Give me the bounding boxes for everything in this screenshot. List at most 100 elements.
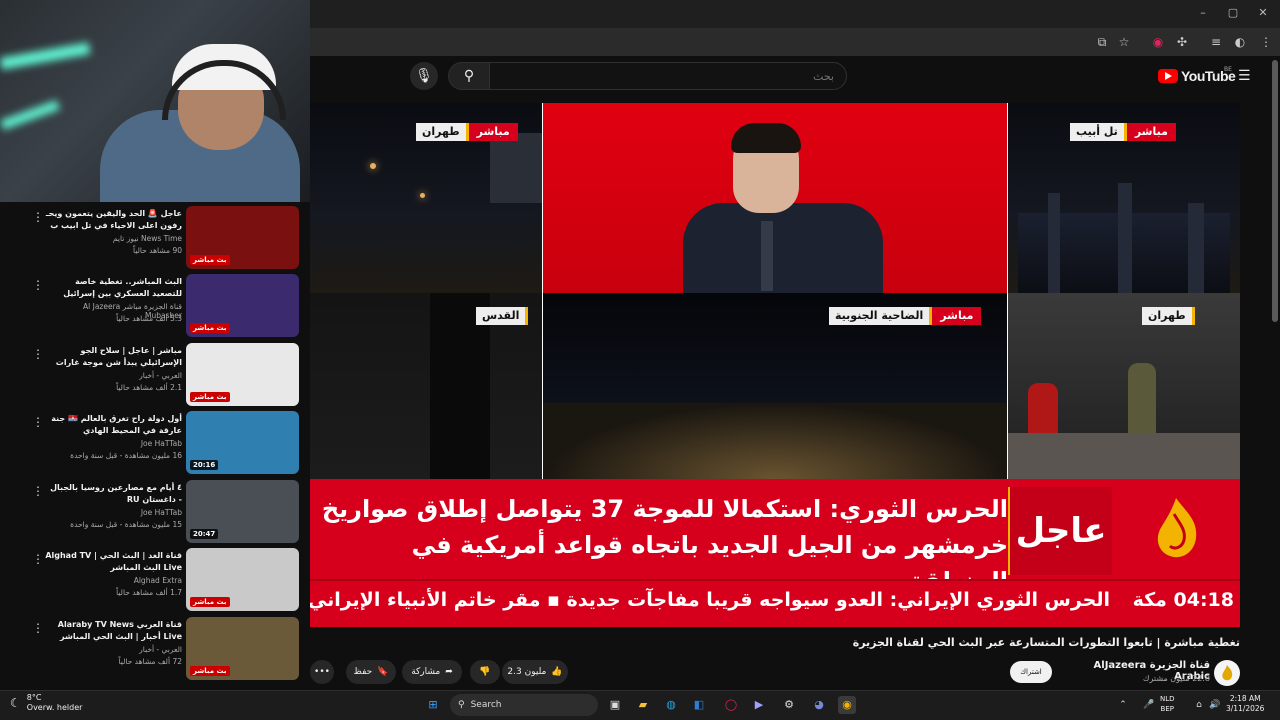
rec-meta: 16 مليون مشاهدة - قبل سنة واحدة <box>70 451 182 460</box>
browser-tab-strip <box>310 0 1280 28</box>
dislike-button[interactable]: 👎 <box>470 660 500 684</box>
settings-gear-icon[interactable]: ⚙ <box>780 696 798 714</box>
reading-list-icon[interactable]: ≡ <box>1208 34 1224 50</box>
task-view-icon[interactable]: ▣ <box>606 696 624 714</box>
list-item[interactable]: 20:16 ⋮ أول دولة راح تغرق بالعالم 🇰🇮 جنة… <box>0 409 310 475</box>
volume-icon[interactable]: 🔊 <box>1206 696 1224 714</box>
weather-widget[interactable]: ☾ 8°C Overw. helder <box>10 693 82 713</box>
rec-channel[interactable]: Joe HaTTab <box>44 439 182 448</box>
weather-desc: Overw. helder <box>26 703 83 712</box>
microphone-tray-icon[interactable]: 🎤 <box>1140 696 1158 714</box>
tile-live-label: مباشر <box>1126 123 1176 141</box>
more-actions-button[interactable]: ••• <box>310 660 334 684</box>
list-item[interactable]: بث مباشر ⋮ البث المباشر.. تغطية خاصة للت… <box>0 272 310 338</box>
subscribe-button[interactable]: اشتراك <box>1010 661 1052 683</box>
edge-browser-icon[interactable]: ◍ <box>662 696 680 714</box>
more-options-icon[interactable]: ⋮ <box>32 278 44 292</box>
live-badge: بث مباشر <box>190 597 230 607</box>
rec-title[interactable]: قناة الغد | البث الحي | Alghad TV Live ا… <box>44 550 182 574</box>
video-tile-tehran-1: طهران مباشر <box>310 103 542 293</box>
location-tag: الضاحية الجنوبية مباشر <box>829 307 982 325</box>
more-options-icon[interactable]: ⋮ <box>32 415 44 429</box>
more-options-icon[interactable]: ⋮ <box>32 347 44 361</box>
rec-channel[interactable]: Alghad Extra <box>44 576 182 585</box>
hamburger-menu-icon[interactable]: ☰ <box>1238 68 1251 84</box>
chrome-icon[interactable]: ◉ <box>838 696 856 714</box>
rec-channel[interactable]: العربي - أخبار <box>44 645 182 654</box>
video-thumbnail[interactable]: بث مباشر <box>186 617 299 680</box>
rec-title[interactable]: قناة العربي Alaraby TV News Live أخبار |… <box>44 619 182 643</box>
rec-title[interactable]: ٤ أيام مع مصارعين روسيا بالجبال - داغستا… <box>44 482 182 506</box>
rec-channel[interactable]: العربي - أخبار <box>44 371 182 380</box>
neon-light <box>0 100 60 130</box>
scrollbar-thumb[interactable] <box>1272 60 1278 322</box>
rec-title[interactable]: مباشر | عاجل | سلاح الجو الإسرائيلي يبدأ… <box>44 345 182 369</box>
microphone-icon: 🎙 <box>415 68 433 84</box>
more-options-icon[interactable]: ⋮ <box>32 552 44 566</box>
anchor-tie <box>761 221 773 291</box>
profile-icon[interactable]: ◐ <box>1232 34 1248 50</box>
location-tag: تل أبيب مباشر <box>1070 123 1176 141</box>
system-clock[interactable]: 2:18 AM 3/11/2026 <box>1226 694 1264 714</box>
more-options-icon[interactable]: ⋮ <box>32 210 44 224</box>
file-explorer-icon[interactable]: ▰ <box>634 696 652 714</box>
rec-title[interactable]: أول دولة راح تغرق بالعالم 🇰🇮 جنة عارقة ف… <box>44 413 182 437</box>
search-button[interactable]: ⚲ <box>448 62 490 90</box>
channel-avatar[interactable] <box>1214 660 1240 686</box>
ticker-text: الحرس الثوري الإيراني: العدو سيواجه قريب… <box>310 589 1110 611</box>
video-thumbnail[interactable]: بث مباشر <box>186 206 299 269</box>
list-item[interactable]: 20:47 ⋮ ٤ أيام مع مصارعين روسيا بالجبال … <box>0 478 310 544</box>
app-icon[interactable]: ▶ <box>750 696 768 714</box>
discord-icon[interactable]: ◕ <box>810 696 828 714</box>
list-item[interactable]: بث مباشر ⋮ قناة الغد | البث الحي | Algha… <box>0 546 310 612</box>
system-tray-chevron-icon[interactable]: ⌃ <box>1114 696 1132 714</box>
news-ticker: الحرس الثوري الإيراني: العدو سيواجه قريب… <box>310 579 1240 625</box>
extension-icon[interactable]: ◉ <box>1150 34 1166 50</box>
bookmark-star-icon[interactable]: ☆ <box>1116 34 1132 50</box>
tile-city-label: القدس <box>476 307 529 325</box>
browser-menu-icon[interactable]: ⋮ <box>1258 34 1274 50</box>
windows-start-icon[interactable]: ⊞ <box>424 696 442 714</box>
rec-channel[interactable]: News Time نيوز تايم <box>44 234 182 243</box>
save-button[interactable]: حفظ 🔖 <box>346 660 396 684</box>
rec-title[interactable]: عاجل 🚨 الحد واليقين يتعمون ويحـ رفون اعل… <box>44 208 182 232</box>
maximize-button[interactable]: ▢ <box>1226 6 1240 20</box>
like-button[interactable]: 2.3 مليون 👍 <box>502 660 568 684</box>
rec-title[interactable]: البث المباشر.. تغطية خاصة للتصعيد العسكر… <box>44 276 182 300</box>
video-player[interactable]: طهران مباشر تل أبيب مباشر القدس الضاحية … <box>310 103 1240 627</box>
video-thumbnail[interactable]: بث مباشر <box>186 548 299 611</box>
list-item[interactable]: بث مباشر ⋮ قناة العربي Alaraby TV News L… <box>0 615 310 681</box>
more-options-icon[interactable]: ⋮ <box>32 621 44 635</box>
moon-cloud-icon: ☾ <box>10 696 21 710</box>
video-thumbnail[interactable]: 20:47 <box>186 480 299 543</box>
rec-meta: 5.3 ألف مشاهد حالياً <box>116 314 182 323</box>
store-icon[interactable]: ◧ <box>690 696 708 714</box>
live-badge: بث مباشر <box>190 392 230 402</box>
tower-shape <box>1118 183 1132 293</box>
more-options-icon[interactable]: ⋮ <box>32 484 44 498</box>
share-button[interactable]: مشاركة ➦ <box>402 660 462 684</box>
opera-icon[interactable]: ◯ <box>722 696 740 714</box>
search-input[interactable] <box>489 62 847 90</box>
video-thumbnail[interactable]: بث مباشر <box>186 274 299 337</box>
share-label: مشاركة <box>411 667 441 677</box>
close-button[interactable]: ✕ <box>1256 6 1270 20</box>
minimize-button[interactable]: – <box>1196 6 1210 20</box>
taskbar-search[interactable]: ⚲ Search <box>450 694 598 716</box>
clock-date: 3/11/2026 <box>1226 704 1265 713</box>
list-item[interactable]: بث مباشر ⋮ مباشر | عاجل | سلاح الجو الإس… <box>0 341 310 407</box>
list-item[interactable]: بث مباشر ⋮ عاجل 🚨 الحد واليقين يتعمون وي… <box>0 204 310 270</box>
thumbs-up-icon: 👍 <box>551 667 563 677</box>
extensions-puzzle-icon[interactable]: ✣ <box>1174 34 1190 50</box>
video-thumbnail[interactable]: 20:16 <box>186 411 299 474</box>
voice-search-button[interactable]: 🎙 <box>410 62 438 90</box>
headline-line-1: الحرس الثوري: استكمالا للموجة 37 يتواصل … <box>321 495 1008 523</box>
video-thumbnail[interactable]: بث مباشر <box>186 343 299 406</box>
language-indicator[interactable]: NLD BEP <box>1160 694 1175 714</box>
video-title: تغطية مباشرة | تابعوا التطورات المتسارعة… <box>852 636 1240 649</box>
tile-city-label: تل أبيب <box>1070 123 1127 141</box>
webcam-overlay <box>0 0 310 202</box>
bookmark-icon: 🔖 <box>377 667 389 677</box>
rec-channel[interactable]: Joe HaTTab <box>44 508 182 517</box>
install-app-icon[interactable]: ⧉ <box>1094 34 1110 50</box>
